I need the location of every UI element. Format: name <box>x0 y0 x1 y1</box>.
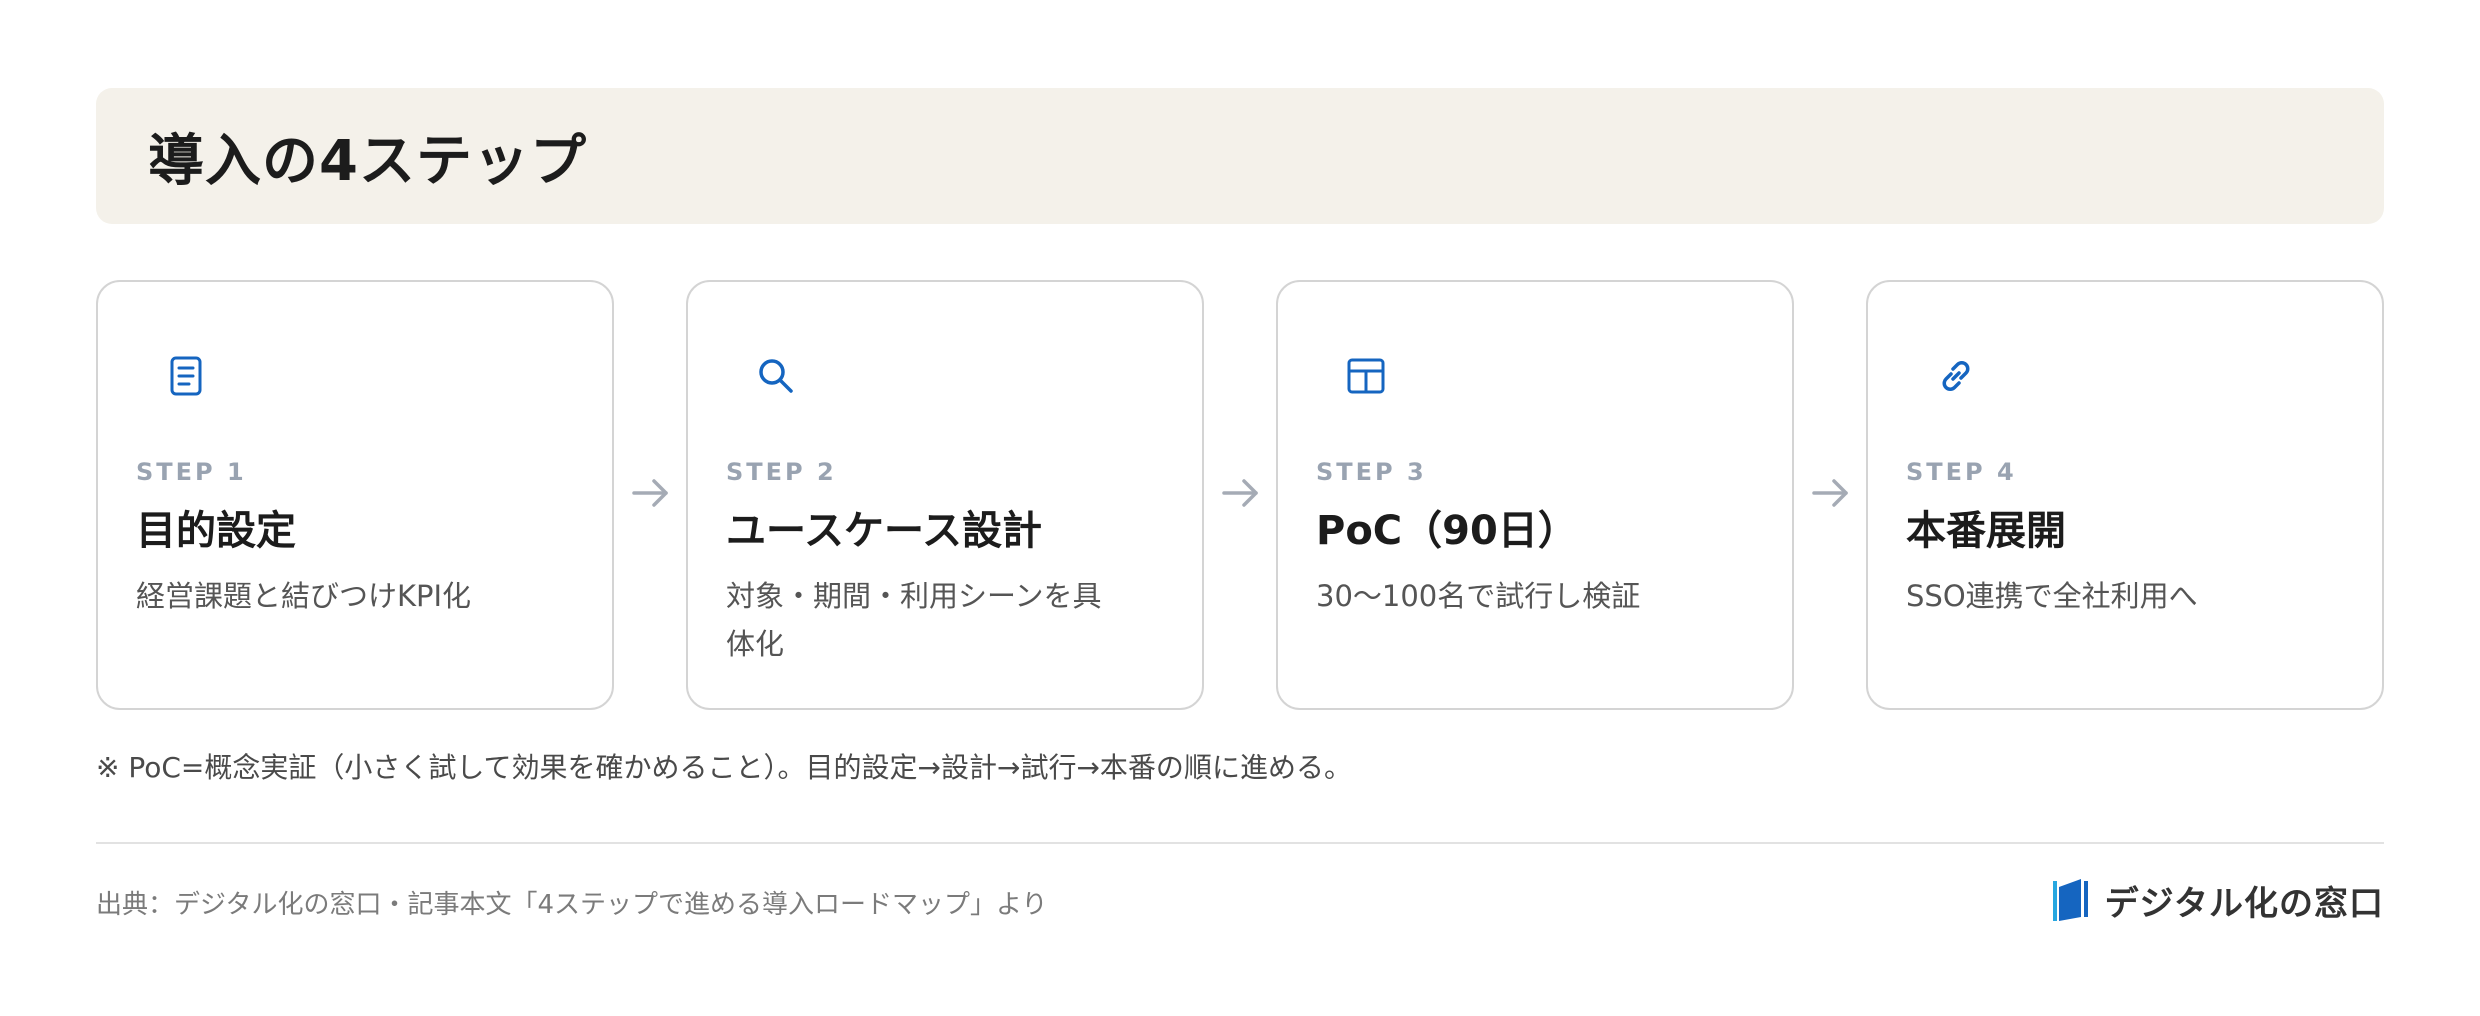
window-logo-icon <box>2051 877 2091 923</box>
document-icon <box>162 352 210 400</box>
step-label: STEP 1 <box>136 458 247 486</box>
header-banner: 導入の4ステップ <box>96 88 2384 224</box>
step-title: 目的設定 <box>136 508 296 554</box>
arrow-right-icon <box>1218 470 1264 516</box>
step-title: ユースケース設計 <box>726 508 1042 554</box>
step-label: STEP 3 <box>1316 458 1427 486</box>
search-icon <box>752 352 800 400</box>
step-description: 経営課題と結びつけKPI化 <box>136 579 472 613</box>
step-title: 本番展開 <box>1906 508 2066 554</box>
step-description: SSO連携で全社利用へ <box>1906 579 2198 613</box>
brand-name: デジタル化の窓口 <box>2104 883 2384 924</box>
step-label: STEP 2 <box>726 458 837 486</box>
arrow-right-icon <box>628 470 674 516</box>
divider <box>96 842 2384 844</box>
brand-logo: デジタル化の窓口 <box>2051 876 2384 924</box>
step-card-1: STEP 1 目的設定 経営課題と結びつけKPI化 <box>96 280 614 710</box>
step-card-2: STEP 2 ユースケース設計 対象・期間・利用シーンを具体化 <box>686 280 1204 710</box>
step-card-4: STEP 4 本番展開 SSO連携で全社利用へ <box>1866 280 2384 710</box>
step-card-3: STEP 3 PoC（90日） 30〜100名で試行し検証 <box>1276 280 1794 710</box>
step-title: PoC（90日） <box>1316 508 1578 554</box>
page-title: 導入の4ステップ <box>148 128 587 194</box>
arrow-right-icon <box>1808 470 1854 516</box>
steps-row: STEP 1 目的設定 経営課題と結びつけKPI化 STEP 2 ユースケース設… <box>96 280 2384 710</box>
step-description: 30〜100名で試行し検証 <box>1316 579 1641 613</box>
footnote: ※ PoC=概念実証（小さく試して効果を確かめること）。目的設定→設計→試行→本… <box>96 751 1352 784</box>
step-description: 対象・期間・利用シーンを具体化 <box>726 579 1102 661</box>
link-icon <box>1932 352 1980 400</box>
table-icon <box>1342 352 1390 400</box>
source-credit: 出典：デジタル化の窓口・記事本文「4ステップで進める導入ロードマップ」より <box>96 890 1048 920</box>
step-label: STEP 4 <box>1906 458 2017 486</box>
